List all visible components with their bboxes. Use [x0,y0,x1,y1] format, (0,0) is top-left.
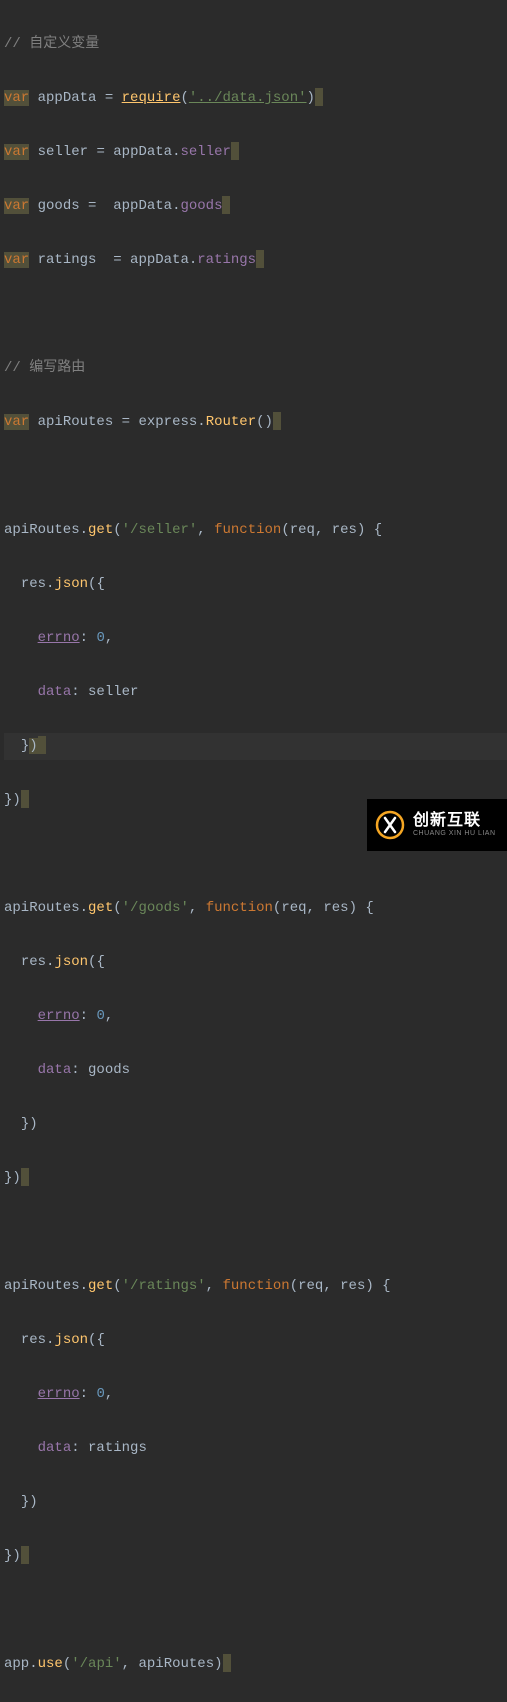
watermark-text: 创新互联 CHUANG XIN HU LIAN [413,812,496,837]
property-errno: errno [38,1386,80,1402]
code-line: }) [4,1489,507,1516]
code-line: errno: 0, [4,625,507,652]
func-call: get [88,522,113,538]
keyword-var: var [4,90,29,106]
keyword-var: var [4,198,29,214]
property-data: data [38,1062,72,1078]
code-line-empty [4,1219,507,1246]
code-line: res.json({ [4,571,507,598]
func-call: get [88,1278,113,1294]
comment: // 编写路由 [4,360,85,376]
number-literal: 0 [96,1008,104,1024]
func-call: json [54,576,88,592]
keyword-var: var [4,252,29,268]
code-line: // 自定义变量 [4,31,507,58]
watermark-logo-icon [375,810,405,840]
eol-marker [21,790,29,808]
watermark-cn-label: 创新互联 [413,812,496,830]
code-line: var seller = appData.seller [4,139,507,166]
keyword-var: var [4,144,29,160]
property: ratings [197,252,256,268]
eol-marker [231,142,239,160]
code-line: app.use('/api', apiRoutes) [4,1651,507,1678]
cursor-position [38,736,46,754]
property-errno: errno [38,1008,80,1024]
code-line-empty [4,301,507,328]
identifier: appData [38,90,97,106]
code-line: data: goods [4,1057,507,1084]
code-line: var goods = appData.goods [4,193,507,220]
func-call: Router [206,414,256,430]
code-line: }) [4,1543,507,1570]
code-line-active: }) [4,733,507,760]
code-line: data: ratings [4,1435,507,1462]
code-line: apiRoutes.get('/ratings', function(req, … [4,1273,507,1300]
property-data: data [38,1440,72,1456]
code-line: var apiRoutes = express.Router() [4,409,507,436]
code-line: errno: 0, [4,1003,507,1030]
eol-marker [223,1654,231,1672]
property: goods [180,198,222,214]
eol-marker [256,250,264,268]
eol-marker [315,88,323,106]
string-literal: '/ratings' [122,1278,206,1294]
func-call: use [38,1656,63,1672]
code-line: apiRoutes.get('/goods', function(req, re… [4,895,507,922]
code-editor[interactable]: // 自定义变量 var appData = require('../data.… [0,0,507,1702]
string-literal: '/goods' [122,900,189,916]
keyword-function: function [206,900,273,916]
code-line: res.json({ [4,1327,507,1354]
number-literal: 0 [96,1386,104,1402]
code-line: var appData = require('../data.json') [4,85,507,112]
code-line: errno: 0, [4,1381,507,1408]
eol-marker [273,412,281,430]
watermark-en-label: CHUANG XIN HU LIAN [413,830,496,838]
property-errno: errno [38,630,80,646]
eol-marker [21,1168,29,1186]
code-line: }) [4,1111,507,1138]
code-line: var ratings = appData.ratings [4,247,507,274]
func-call: json [54,954,88,970]
string-literal: '../data.json' [189,90,307,106]
code-line-empty [4,1597,507,1624]
code-line-empty [4,463,507,490]
property-data: data [38,684,72,700]
keyword-function: function [222,1278,289,1294]
keyword-var: var [4,414,29,430]
func-call: json [54,1332,88,1348]
code-line: // 编写路由 [4,355,507,382]
comment: // 自定义变量 [4,36,99,52]
number-literal: 0 [96,630,104,646]
func-call: get [88,900,113,916]
code-line: }) [4,1165,507,1192]
watermark: 创新互联 CHUANG XIN HU LIAN [367,799,507,851]
property: seller [180,144,230,160]
string-literal: '/api' [71,1656,121,1672]
code-line: apiRoutes.get('/seller', function(req, r… [4,517,507,544]
func-require: require [122,90,181,106]
keyword-function: function [214,522,281,538]
eol-marker [21,1546,29,1564]
code-line: res.json({ [4,949,507,976]
string-literal: '/seller' [122,522,198,538]
eol-marker [222,196,230,214]
code-line: data: seller [4,679,507,706]
